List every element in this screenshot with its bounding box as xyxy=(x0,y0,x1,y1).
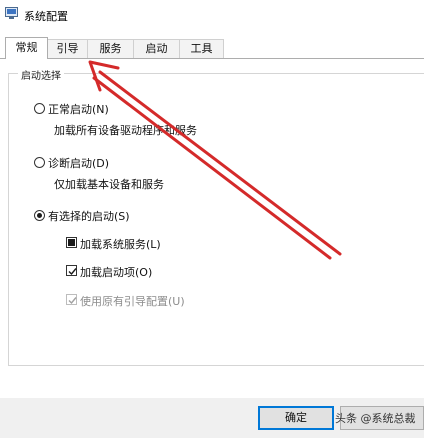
diagnostic-startup-label[interactable]: 诊断启动(D) xyxy=(48,155,109,171)
load-startup-items-checkbox[interactable] xyxy=(66,265,77,276)
tab-tools[interactable]: 工具 xyxy=(179,39,224,58)
watermark: 头条 @系统总裁 xyxy=(335,412,416,425)
checkmark-icon xyxy=(68,297,77,305)
window-title: 系统配置 xyxy=(24,10,68,23)
load-startup-items-label[interactable]: 加载启动项(O) xyxy=(80,264,152,280)
load-system-services-label[interactable]: 加载系统服务(L) xyxy=(80,236,161,252)
use-original-boot-config-checkbox xyxy=(66,294,77,305)
tab-strip: 常规 引导 服务 启动 工具 xyxy=(0,37,424,59)
normal-startup-label[interactable]: 正常启动(N) xyxy=(48,101,109,117)
selective-startup-label[interactable]: 有选择的启动(S) xyxy=(48,208,130,224)
tab-services[interactable]: 服务 xyxy=(87,39,134,58)
system-config-icon xyxy=(5,7,18,19)
diagnostic-startup-radio[interactable] xyxy=(34,157,45,168)
title-bar: 系统配置 xyxy=(0,0,424,30)
normal-startup-radio[interactable] xyxy=(34,103,45,114)
normal-startup-description: 加载所有设备驱动程序和服务 xyxy=(54,124,197,137)
tab-general[interactable]: 常规 xyxy=(5,37,48,59)
ok-button[interactable]: 确定 xyxy=(258,406,334,430)
startup-selection-legend: 启动选择 xyxy=(18,67,64,82)
tab-boot[interactable]: 引导 xyxy=(47,39,88,58)
diagnostic-startup-description: 仅加载基本设备和服务 xyxy=(54,178,164,191)
tab-startup[interactable]: 启动 xyxy=(133,39,180,58)
load-system-services-checkbox[interactable] xyxy=(66,237,77,248)
selective-startup-radio[interactable] xyxy=(34,210,45,221)
checkmark-icon xyxy=(68,268,77,276)
use-original-boot-config-label: 使用原有引导配置(U) xyxy=(80,295,185,308)
